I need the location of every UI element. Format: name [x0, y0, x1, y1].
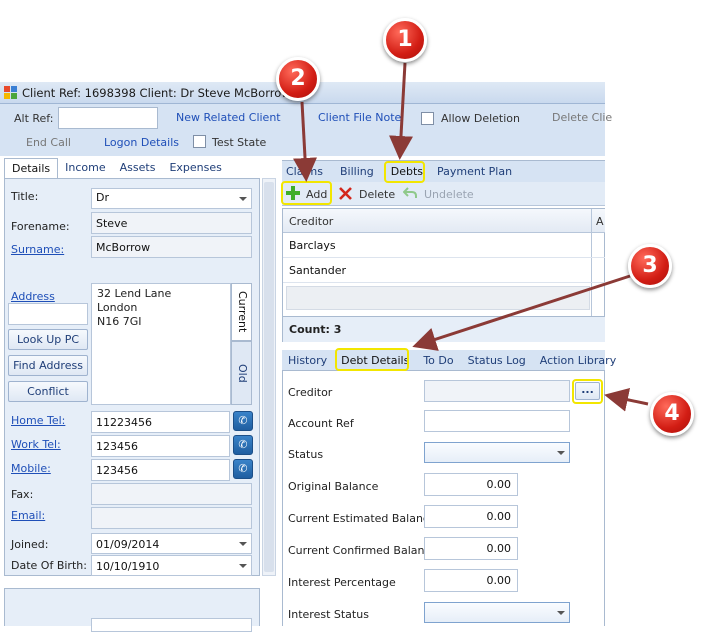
callout-arrows [293, 62, 649, 412]
callout-3: 3 [628, 244, 672, 288]
arrow-2 [293, 101, 318, 182]
arrow-4 [604, 387, 649, 412]
callout-2: 2 [276, 57, 320, 101]
callout-1: 1 [383, 18, 427, 62]
callout-4: 4 [650, 392, 694, 436]
arrow-3 [412, 274, 631, 351]
arrow-1 [389, 62, 413, 160]
